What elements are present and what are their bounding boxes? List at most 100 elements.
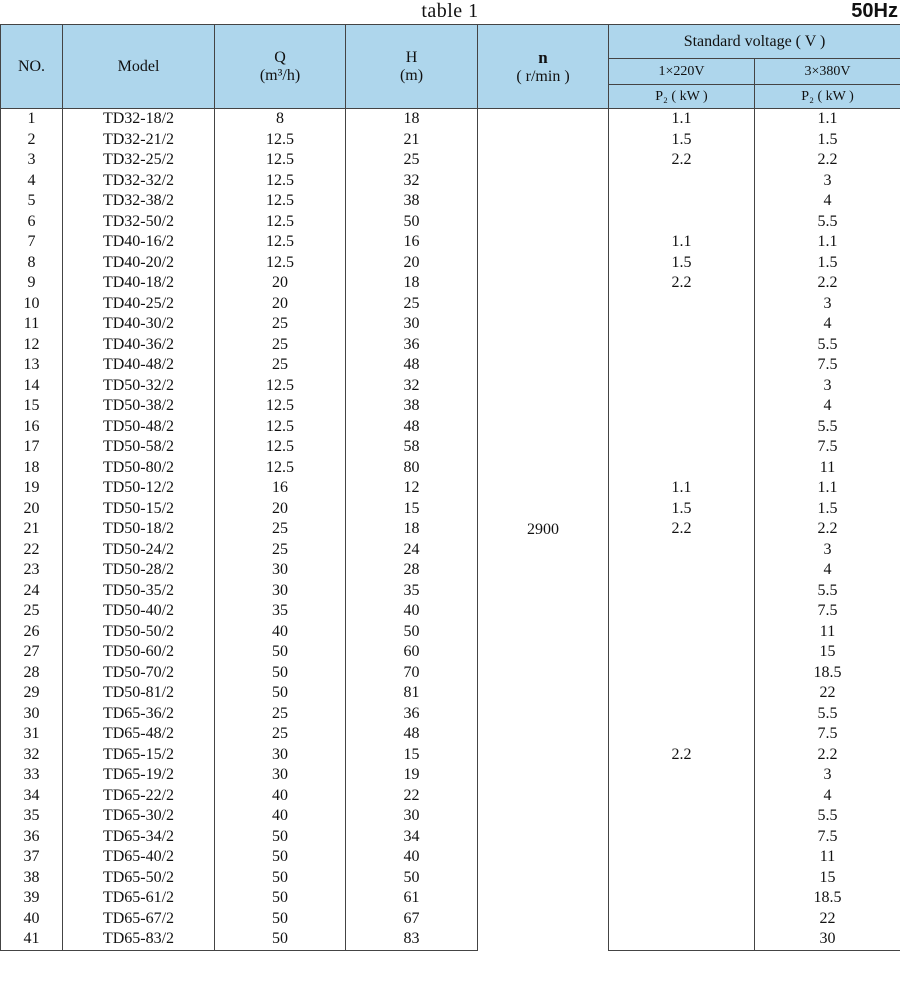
cell-model: TD50-15/2 — [62, 498, 215, 519]
table-row: 30 TD65-36/2 25 36 5.5 — [0, 703, 900, 724]
table-row: 17 TD50-58/2 12.5 58 7.5 — [0, 437, 900, 458]
table-row: 10 TD40-25/2 20 25 3 — [0, 293, 900, 314]
header-three-phase: 3×380V — [753, 58, 900, 85]
cell-no: 10 — [0, 293, 63, 314]
cell-p2-three: 3 — [753, 170, 900, 191]
cell-model: TD40-36/2 — [62, 334, 215, 355]
cell-q: 12.5 — [214, 252, 346, 273]
cell-q: 20 — [214, 498, 346, 519]
table-row: 14 TD50-32/2 12.5 32 3 — [0, 375, 900, 396]
cell-p2-single: 1.5 — [608, 498, 755, 519]
cell-h: 50 — [345, 867, 478, 888]
cell-h: 20 — [345, 252, 478, 273]
cell-p2-single: 1.1 — [608, 108, 755, 130]
cell-q: 50 — [214, 888, 346, 909]
table-row: 12 TD40-36/2 25 36 5.5 — [0, 334, 900, 355]
cell-p2-three: 1.1 — [753, 478, 900, 499]
cell-p2-three: 5.5 — [753, 334, 900, 355]
header-h-unit: (m) — [399, 66, 424, 84]
header-n-name: n — [538, 47, 548, 67]
header-n: n ( r/min ) — [477, 24, 609, 109]
cell-p2-three: 3 — [753, 375, 900, 396]
cell-p2-three: 3 — [753, 293, 900, 314]
table-row: 19 TD50-12/2 16 12 1.1 1.1 — [0, 478, 900, 499]
cell-no: 29 — [0, 683, 63, 704]
cell-q: 12.5 — [214, 170, 346, 191]
cell-model: TD32-21/2 — [62, 129, 215, 150]
cell-model: TD32-38/2 — [62, 191, 215, 212]
cell-model: TD65-67/2 — [62, 908, 215, 929]
cell-q: 50 — [214, 847, 346, 868]
cell-model: TD50-24/2 — [62, 539, 215, 560]
cell-model: TD65-19/2 — [62, 765, 215, 786]
cell-model: TD40-16/2 — [62, 232, 215, 253]
cell-q: 50 — [214, 826, 346, 847]
cell-p2-three: 22 — [753, 908, 900, 929]
cell-q: 12.5 — [214, 416, 346, 437]
cell-model: TD32-50/2 — [62, 211, 215, 232]
cell-no: 22 — [0, 539, 63, 560]
cell-no: 21 — [0, 519, 63, 540]
cell-no: 31 — [0, 724, 63, 745]
cell-p2-single: 1.5 — [608, 129, 755, 150]
cell-q: 50 — [214, 662, 346, 683]
cell-p2-single — [608, 806, 755, 827]
cell-p2-three: 5.5 — [753, 580, 900, 601]
cell-p2-single — [608, 293, 755, 314]
table-row: 32 TD65-15/2 30 15 2.2 2.2 — [0, 744, 900, 765]
pump-spec-table: NO. Model Q (m³/h) H (m) n ( r/min ) Sta… — [0, 24, 900, 951]
cell-model: TD50-40/2 — [62, 601, 215, 622]
cell-model: TD32-18/2 — [62, 108, 215, 130]
table-row: 1 TD32-18/2 8 18 2900 1.1 1.1 — [0, 108, 900, 950]
cell-h: 83 — [345, 929, 478, 951]
table-row: 28 TD50-70/2 50 70 18.5 — [0, 662, 900, 683]
table-title: table 1 — [421, 0, 479, 22]
cell-no: 5 — [0, 191, 63, 212]
cell-model: TD50-81/2 — [62, 683, 215, 704]
cell-h: 18 — [345, 108, 478, 130]
cell-p2-three: 5.5 — [753, 703, 900, 724]
cell-q: 40 — [214, 621, 346, 642]
cell-model: TD40-48/2 — [62, 355, 215, 376]
cell-model: TD50-35/2 — [62, 580, 215, 601]
cell-h: 50 — [345, 621, 478, 642]
cell-h: 18 — [345, 519, 478, 540]
cell-p2-single — [608, 539, 755, 560]
cell-model: TD40-25/2 — [62, 293, 215, 314]
table-row: 2 TD32-21/2 12.5 21 1.5 1.5 — [0, 129, 900, 150]
cell-q: 12.5 — [214, 211, 346, 232]
cell-h: 12 — [345, 478, 478, 499]
cell-h: 28 — [345, 560, 478, 581]
cell-model: TD50-70/2 — [62, 662, 215, 683]
cell-p2-single — [608, 929, 755, 951]
cell-p2-single: 2.2 — [608, 150, 755, 171]
cell-no: 38 — [0, 867, 63, 888]
cell-p2-three: 2.2 — [753, 150, 900, 171]
cell-h: 32 — [345, 170, 478, 191]
cell-no: 16 — [0, 416, 63, 437]
cell-q: 30 — [214, 580, 346, 601]
cell-model: TD65-61/2 — [62, 888, 215, 909]
cell-p2-three: 1.5 — [753, 498, 900, 519]
cell-model: TD50-48/2 — [62, 416, 215, 437]
cell-p2-three: 4 — [753, 396, 900, 417]
table-row: 40 TD65-67/2 50 67 22 — [0, 908, 900, 929]
cell-p2-three: 18.5 — [753, 888, 900, 909]
cell-p2-three: 5.5 — [753, 211, 900, 232]
cell-no: 20 — [0, 498, 63, 519]
cell-no: 36 — [0, 826, 63, 847]
cell-q: 25 — [214, 519, 346, 540]
cell-h: 30 — [345, 314, 478, 335]
cell-p2-single — [608, 703, 755, 724]
cell-p2-single: 1.5 — [608, 252, 755, 273]
cell-p2-three: 3 — [753, 765, 900, 786]
cell-h: 21 — [345, 129, 478, 150]
cell-p2-single — [608, 785, 755, 806]
cell-q: 50 — [214, 642, 346, 663]
cell-p2-single — [608, 683, 755, 704]
cell-model: TD65-50/2 — [62, 867, 215, 888]
cell-q: 50 — [214, 908, 346, 929]
cell-model: TD65-40/2 — [62, 847, 215, 868]
cell-p2-single — [608, 211, 755, 232]
table-row: 31 TD65-48/2 25 48 7.5 — [0, 724, 900, 745]
